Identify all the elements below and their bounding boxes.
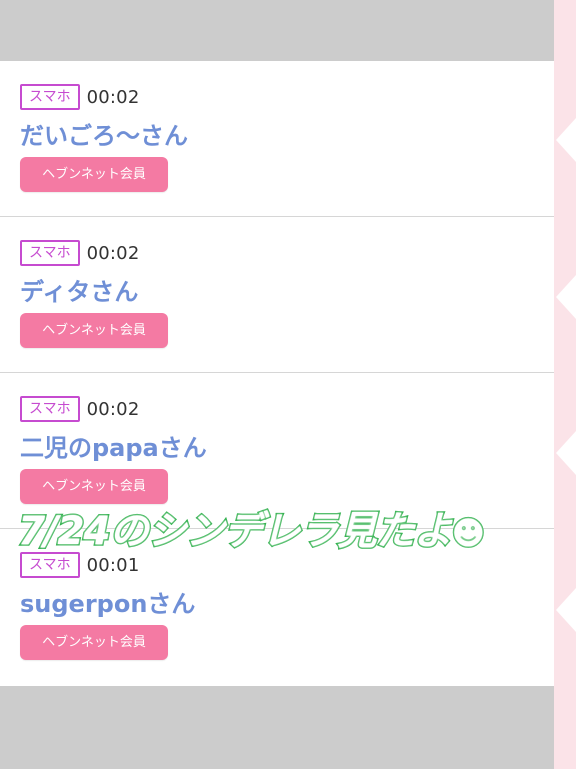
- visit-time: 00:02: [86, 86, 140, 108]
- visit-time: 00:01: [86, 554, 140, 576]
- member-badge-button[interactable]: ヘブンネット会員: [20, 469, 168, 504]
- side-arrow-shape: [556, 275, 576, 319]
- list-item[interactable]: スマホ 00:02 だいごろ～さん ヘブンネット会員: [0, 61, 554, 217]
- visitor-name-link[interactable]: ディタさん: [20, 272, 138, 307]
- item-meta: スマホ 00:02: [20, 396, 139, 422]
- item-meta: スマホ 00:02: [20, 240, 139, 266]
- top-gray-bar: [0, 0, 554, 61]
- member-badge-button[interactable]: ヘブンネット会員: [20, 313, 168, 348]
- bottom-gray-bar: [0, 686, 554, 769]
- item-meta: スマホ 00:02: [20, 84, 139, 110]
- visitor-name-link[interactable]: だいごろ～さん: [20, 116, 188, 151]
- side-arrow-shape: [556, 431, 576, 475]
- visit-time: 00:02: [86, 398, 140, 420]
- side-decoration: [554, 0, 576, 769]
- side-arrow-shape: [556, 588, 576, 632]
- visitor-name-link[interactable]: 二児のpapaさん: [20, 428, 207, 463]
- visitor-name-link[interactable]: sugerponさん: [20, 584, 195, 619]
- side-arrow-shape: [556, 118, 576, 162]
- overlay-caption: 7/24のシンデレラ見たよ☻: [17, 500, 558, 556]
- member-badge-button[interactable]: ヘブンネット会員: [20, 157, 168, 192]
- device-badge: スマホ: [20, 396, 80, 422]
- list-item[interactable]: スマホ 00:02 ディタさん ヘブンネット会員: [0, 217, 554, 373]
- visitor-list: スマホ 00:02 だいごろ～さん ヘブンネット会員 スマホ 00:02 ディタ…: [0, 61, 554, 686]
- visit-time: 00:02: [86, 242, 140, 264]
- device-badge: スマホ: [20, 240, 80, 266]
- overlay-caption-text: 7/24のシンデレラ見たよ: [17, 508, 455, 556]
- member-badge-button[interactable]: ヘブンネット会員: [20, 625, 168, 660]
- smile-emoji-icon: ☻: [450, 513, 486, 554]
- device-badge: スマホ: [20, 84, 80, 110]
